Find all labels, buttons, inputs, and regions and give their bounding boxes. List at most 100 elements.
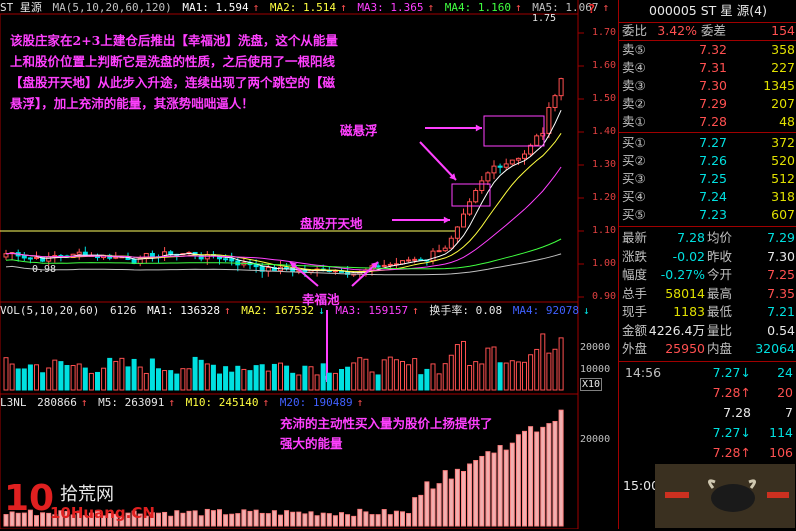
tick-direction-icon: ↓ (740, 425, 751, 440)
weicha-label: 委差 (701, 23, 727, 38)
sell-level-label: 卖④ (622, 60, 646, 75)
candle-body (3, 253, 9, 258)
l3nl-bar (192, 510, 198, 527)
l3nl-bar (210, 510, 216, 527)
quote-panel: 000005 ST 星 源(4) 委比 3.42% 委差 154 卖⑤ 7.32 3… (618, 0, 796, 529)
volume-bar (46, 367, 52, 391)
l3nl-bar (485, 451, 491, 527)
sell-row[interactable]: 卖② 7.29 207 (619, 95, 796, 113)
volume-bar (52, 359, 58, 391)
candle-body (442, 247, 448, 252)
volume-bar (119, 357, 125, 391)
candle-body (436, 250, 442, 253)
stat-value: 58014 (665, 285, 705, 301)
ma2-up-icon: ↑ (340, 1, 347, 14)
stat-row[interactable]: 涨跌 -0.02 昨收 7.30 (619, 248, 796, 266)
stock-name: ST 星源 (0, 1, 42, 14)
volume-bar (58, 361, 64, 391)
buy-row[interactable]: 买④ 7.24 318 (619, 188, 796, 206)
l3nl-bar (522, 430, 527, 527)
volume-bar (101, 367, 107, 391)
l3nl-bar (497, 445, 503, 527)
candle-body (168, 251, 174, 255)
buy-volume: 512 (771, 171, 795, 186)
volume-bar (40, 372, 46, 391)
sell-row[interactable]: 卖④ 7.31 227 (619, 59, 796, 77)
stat-row[interactable]: 最新 7.28 均价 7.29 (619, 229, 796, 247)
l3nl-m10-up-icon: ↑ (262, 396, 270, 409)
ma-params: MA(5,10,20,60,120) (52, 1, 172, 14)
volume-bar (229, 371, 235, 391)
volume-bar (174, 373, 180, 391)
bottom-time: 15:00 (623, 478, 660, 493)
candle-body (149, 252, 155, 258)
chart-area[interactable]: ST 星源 MA(5,10,20,60,120) MA1: 1.594 ↑ MA2… (0, 0, 618, 529)
l3nl-axis-20000: 20000 (580, 434, 611, 445)
l3nl-bar (387, 514, 393, 527)
tick-price-value: 7.27 (712, 365, 741, 380)
buy-row[interactable]: 买③ 7.25 512 (619, 170, 796, 188)
tick-row[interactable]: 7.28↑ 106 (619, 444, 796, 462)
sell-row[interactable]: 卖③ 7.30 1345 (619, 77, 796, 95)
volume-bar (88, 372, 94, 391)
stat-label: 总手 (622, 285, 648, 301)
volume-bar (284, 365, 290, 391)
buy-row[interactable]: 买⑤ 7.23 607 (619, 206, 796, 224)
volume-bar (448, 354, 454, 391)
candle-body (21, 255, 27, 259)
buy-row[interactable]: 买① 7.27 372 (619, 134, 796, 152)
candle-body (430, 250, 436, 262)
tick-row[interactable]: 7.28↑ 20 (619, 384, 796, 402)
main-annotation: 该股庄家在2+3上建仓后推出【幸福池】洗盘，这个从能量上和股价位置上判断它是洗盘… (10, 33, 338, 111)
weibi-label: 委比 (622, 23, 648, 38)
l3nl-bar (278, 514, 283, 527)
sell-price: 7.31 (699, 60, 727, 75)
stat-row[interactable]: 现手 1183 最低 7.21 (619, 303, 796, 321)
price-axis-label: 1.20 (592, 192, 617, 203)
candle-body (406, 259, 412, 262)
question-marker[interactable]: ? (588, 2, 595, 16)
price-axis-label: 1.70 (592, 27, 617, 38)
tick-price-value: 7.27 (712, 425, 741, 440)
candle-body (448, 237, 454, 249)
sell-row[interactable]: 卖⑤ 7.32 358 (619, 41, 796, 59)
stat-value: -0.27% (660, 267, 705, 282)
stat-row[interactable]: 幅度 -0.27% 今开 7.25 (619, 266, 796, 284)
l3nl-bar (509, 442, 515, 527)
volume-bar (9, 363, 15, 391)
l3nl-bar (229, 513, 235, 527)
volume-bar (436, 373, 442, 391)
volume-bar (204, 363, 210, 391)
l3nl-bar (241, 509, 247, 527)
annotation-arrow (419, 141, 457, 181)
l3nl-bar (320, 512, 326, 527)
stat-value: 0.54 (767, 322, 795, 338)
l3nl-m20-up-icon: ↑ (356, 396, 364, 409)
volume-bar (528, 354, 534, 391)
ma4-line (5, 238, 562, 270)
annotation-arrow-head (475, 124, 482, 132)
tick-row[interactable]: 7.27↓ 114 (619, 424, 796, 442)
stat-row[interactable]: 总手 58014 最高 7.35 (619, 285, 796, 303)
candle-body (522, 153, 527, 159)
l3nl-bar (454, 468, 460, 527)
sell-volume: 48 (779, 114, 795, 129)
volume-bar (424, 368, 430, 391)
l3nl-bar (332, 515, 338, 527)
tick-row[interactable]: 14:56 7.27↓ 24 (619, 364, 796, 382)
volume-bar (430, 363, 436, 391)
buy-row[interactable]: 买② 7.26 520 (619, 152, 796, 170)
sell-price: 7.32 (699, 42, 727, 57)
stat-row[interactable]: 金额 4226.4万 量比 0.54 (619, 322, 796, 340)
stat-label: 涨跌 (622, 248, 648, 264)
stat-row[interactable]: 外盘 25950 内盘 32064 (619, 340, 796, 358)
l3nl-bar (540, 426, 546, 527)
tick-row[interactable]: 7.28 7 (619, 404, 796, 422)
volume-bar (241, 368, 247, 391)
vol-header: VOL(5,10,20,60) 6126 MA1: 136328 ↑ MA2: 1… (0, 304, 594, 318)
candle-body (454, 226, 460, 239)
stat-value: 32064 (755, 341, 795, 356)
sell-row[interactable]: 卖① 7.28 48 (619, 113, 796, 131)
vol-value: 6126 (109, 304, 137, 317)
stat-value: 7.21 (767, 304, 795, 319)
